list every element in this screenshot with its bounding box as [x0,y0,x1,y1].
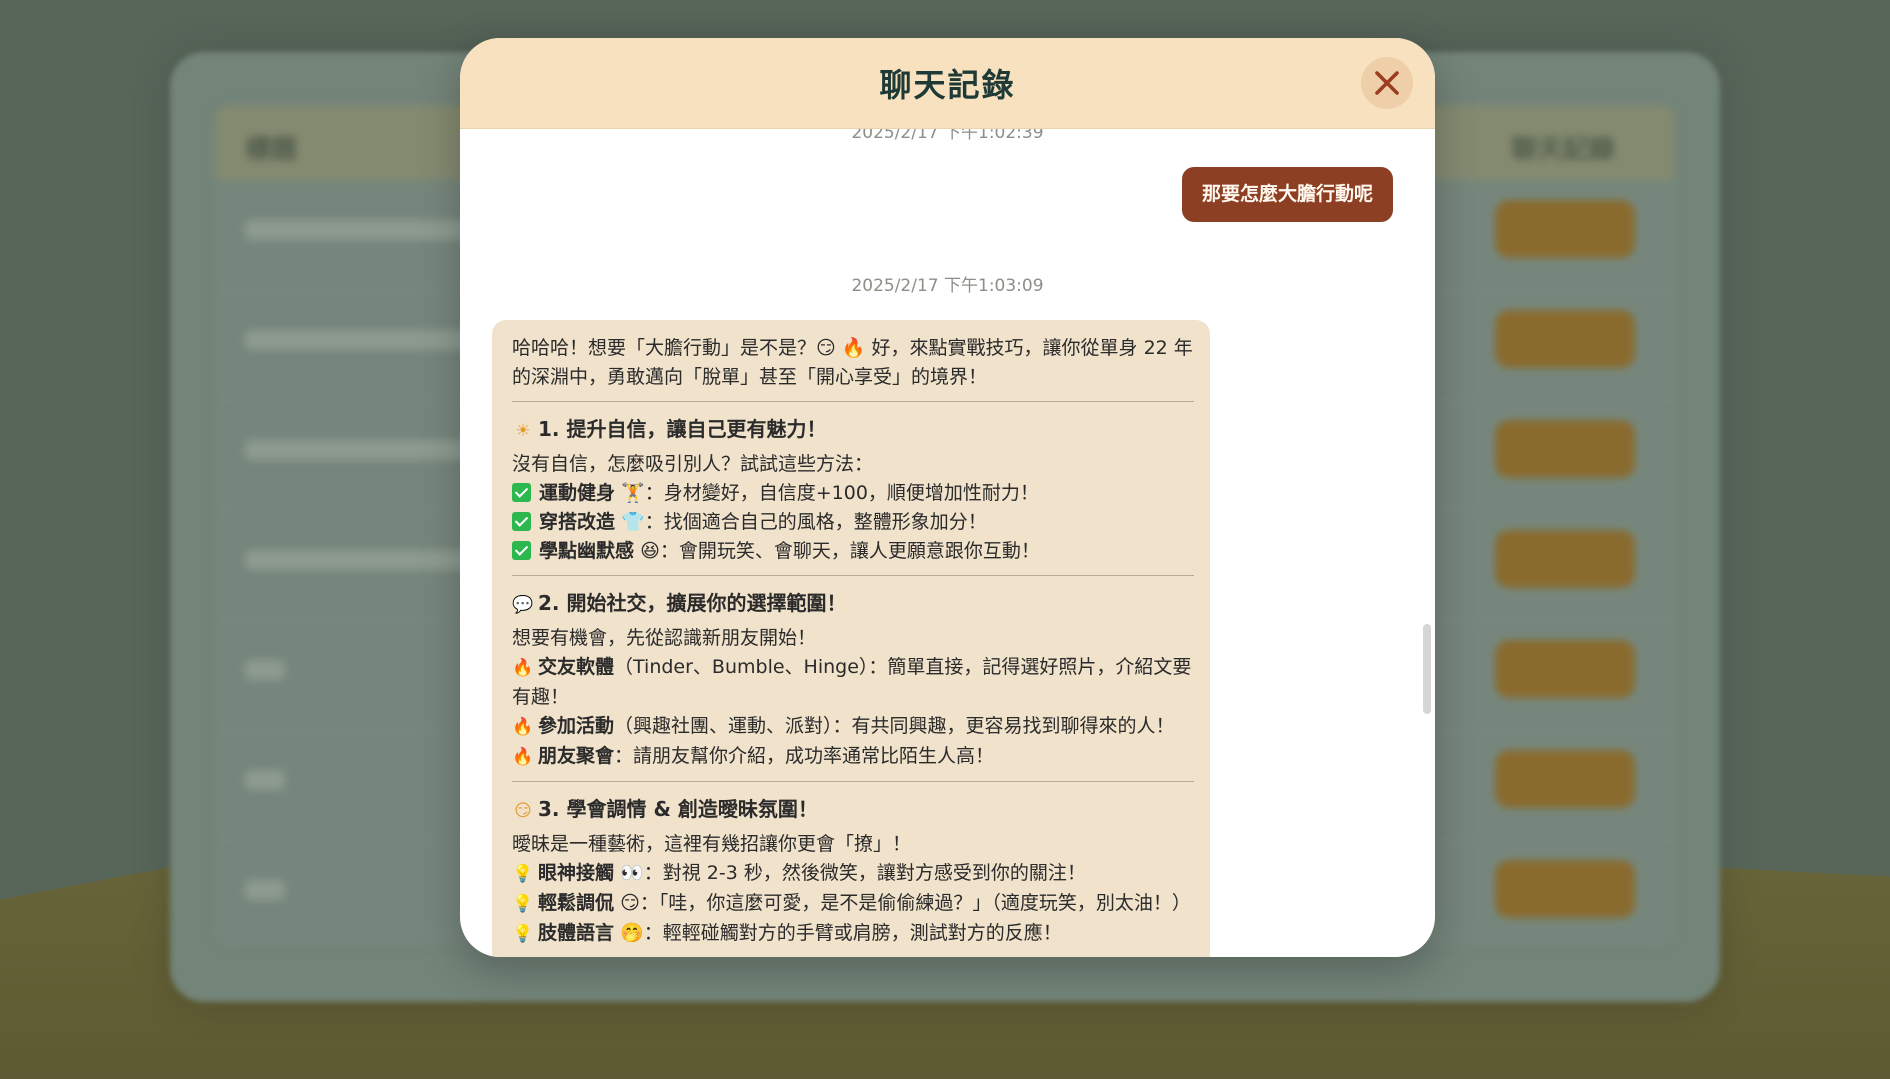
section-lead: 曖昧是一種藝術，這裡有幾招讓你更會「撩」！ [512,833,912,855]
scrollbar-thumb[interactable] [1423,624,1431,714]
shirt-icon: 👕 [621,511,645,533]
weightlifter-icon: 🏋 [621,482,645,504]
fire-icon: 🔥 [512,717,534,737]
list-item: 🔥 朋友聚會：請朋友幫你介紹，成功率通常比陌生人高！ [512,742,1194,772]
section-heading: 😏 3. 學會調情 & 創造曖昧氛圍！ [512,792,1194,828]
close-icon [1375,71,1399,95]
section-lead: 沒有自信，怎麼吸引別人？試試這些方法： [512,453,874,475]
section-lead: 想要有機會，先從認識新朋友開始！ [512,627,817,649]
modal-header: 聊天記錄 [460,38,1435,129]
eyes-icon: 👀 [620,862,644,884]
divider [512,575,1194,576]
reply-intro: 哈哈哈！想要「大膽行動」是不是？😏 🔥 好，來點實戰技巧，讓你從單身 22 年的… [512,337,1193,388]
list-item: 🔥 參加活動（興趣社團、運動、派對）：有共同興趣，更容易找到聊得來的人！ [512,712,1194,742]
fire-icon: 🔥 [512,658,534,678]
hand-over-mouth-icon: 🤭 [620,922,644,944]
checkmark-icon [512,512,531,531]
sun-icon: ☀ [515,421,531,441]
smirk-face-icon: 😏 [514,801,532,821]
list-item: 💡 輕鬆調侃 😏：「哇，你這麼可愛，是不是偷偷練過？」（適度玩笑，別太油！） [512,889,1194,919]
list-item: 💡 眼神接觸 👀：對視 2-3 秒，然後微笑，讓對方感受到你的關注！ [512,859,1194,889]
modal-title: 聊天記錄 [879,66,1016,104]
fire-icon: 🔥 [512,747,534,767]
list-item: 💡 肢體語言 🤭：輕輕碰觸對方的手臂或肩膀，測試對方的反應！ [512,919,1194,949]
list-item: 穿搭改造 👕：找個適合自己的風格，整體形象加分！ [512,508,1194,537]
smirk-face-icon: 😏 [620,892,640,914]
divider [512,781,1194,782]
list-item: 🔥 交友軟體（Tinder、Bumble、Hinge）：簡單直接，記得選好照片，介… [512,656,1192,708]
section-heading: ☀ 1. 提升自信，讓自己更有魅力！ [512,412,1194,448]
list-item: 學點幽默感 😆：會開玩笑、會聊天，讓人更願意跟你互動！ [512,537,1194,566]
close-button[interactable] [1361,57,1413,109]
lightbulb-icon: 💡 [512,894,534,914]
message-timestamp: 2025/2/17 下午1:03:09 [851,276,1044,296]
section-heading: 💬 2. 開始社交，擴展你的選擇範圍！ [512,586,1194,622]
chat-scroll-area[interactable]: 2025/2/17 下午1:02:39 那要怎麼大膽行動呢 2025/2/17 … [460,38,1435,957]
chat-history-modal: 聊天記錄 2025/2/17 下午1:02:39 那要怎麼大膽行動呢 2025/… [460,38,1435,957]
lightbulb-icon: 💡 [512,924,534,944]
assistant-message-bubble: 哈哈哈！想要「大膽行動」是不是？😏 🔥 好，來點實戰技巧，讓你從單身 22 年的… [492,320,1210,957]
speech-bubble-icon: 💬 [512,595,534,615]
divider [512,401,1194,402]
laughing-face-icon: 😆 [640,540,660,562]
lightbulb-icon: 💡 [512,864,534,884]
checkmark-icon [512,483,531,502]
checkmark-icon [512,541,531,560]
list-item: 運動健身 🏋：身材變好，自信度+100，順便增加性耐力！ [512,479,1194,508]
user-message-bubble: 那要怎麼大膽行動呢 [1181,167,1393,222]
